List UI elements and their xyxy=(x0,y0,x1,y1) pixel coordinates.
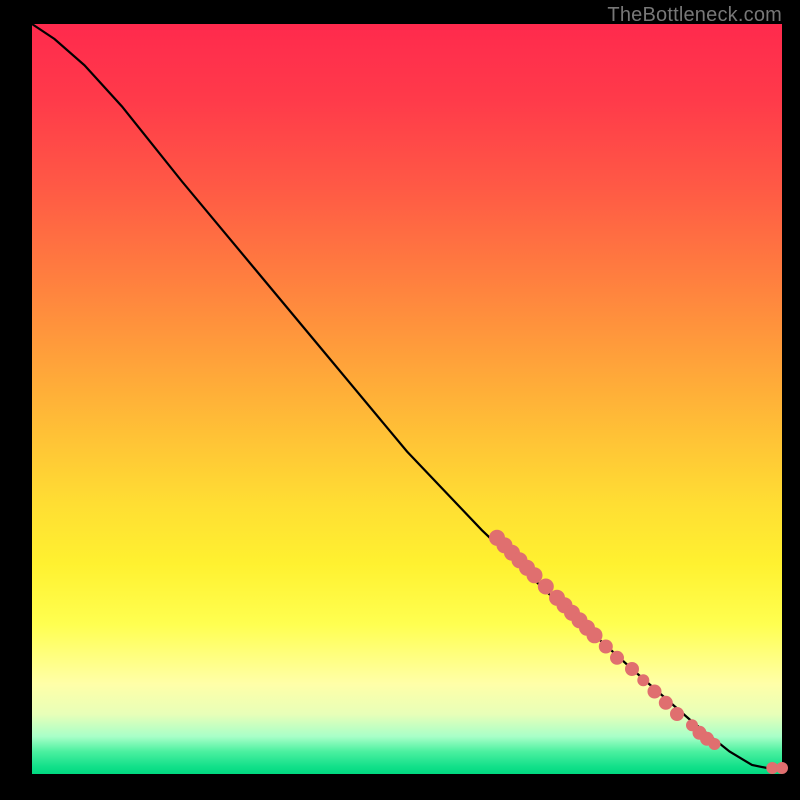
data-marker xyxy=(776,762,788,774)
data-marker xyxy=(637,674,649,686)
data-marker xyxy=(648,685,662,699)
data-marker xyxy=(670,707,684,721)
bottleneck-curve xyxy=(32,24,782,768)
data-marker xyxy=(599,640,613,654)
chart-stage: TheBottleneck.com xyxy=(0,0,800,800)
data-marker xyxy=(709,738,721,750)
data-marker xyxy=(659,696,673,710)
data-marker xyxy=(610,651,624,665)
data-markers xyxy=(489,530,788,774)
data-marker xyxy=(587,627,603,643)
data-marker xyxy=(625,662,639,676)
chart-overlay xyxy=(32,24,782,774)
attribution-text: TheBottleneck.com xyxy=(607,4,782,27)
